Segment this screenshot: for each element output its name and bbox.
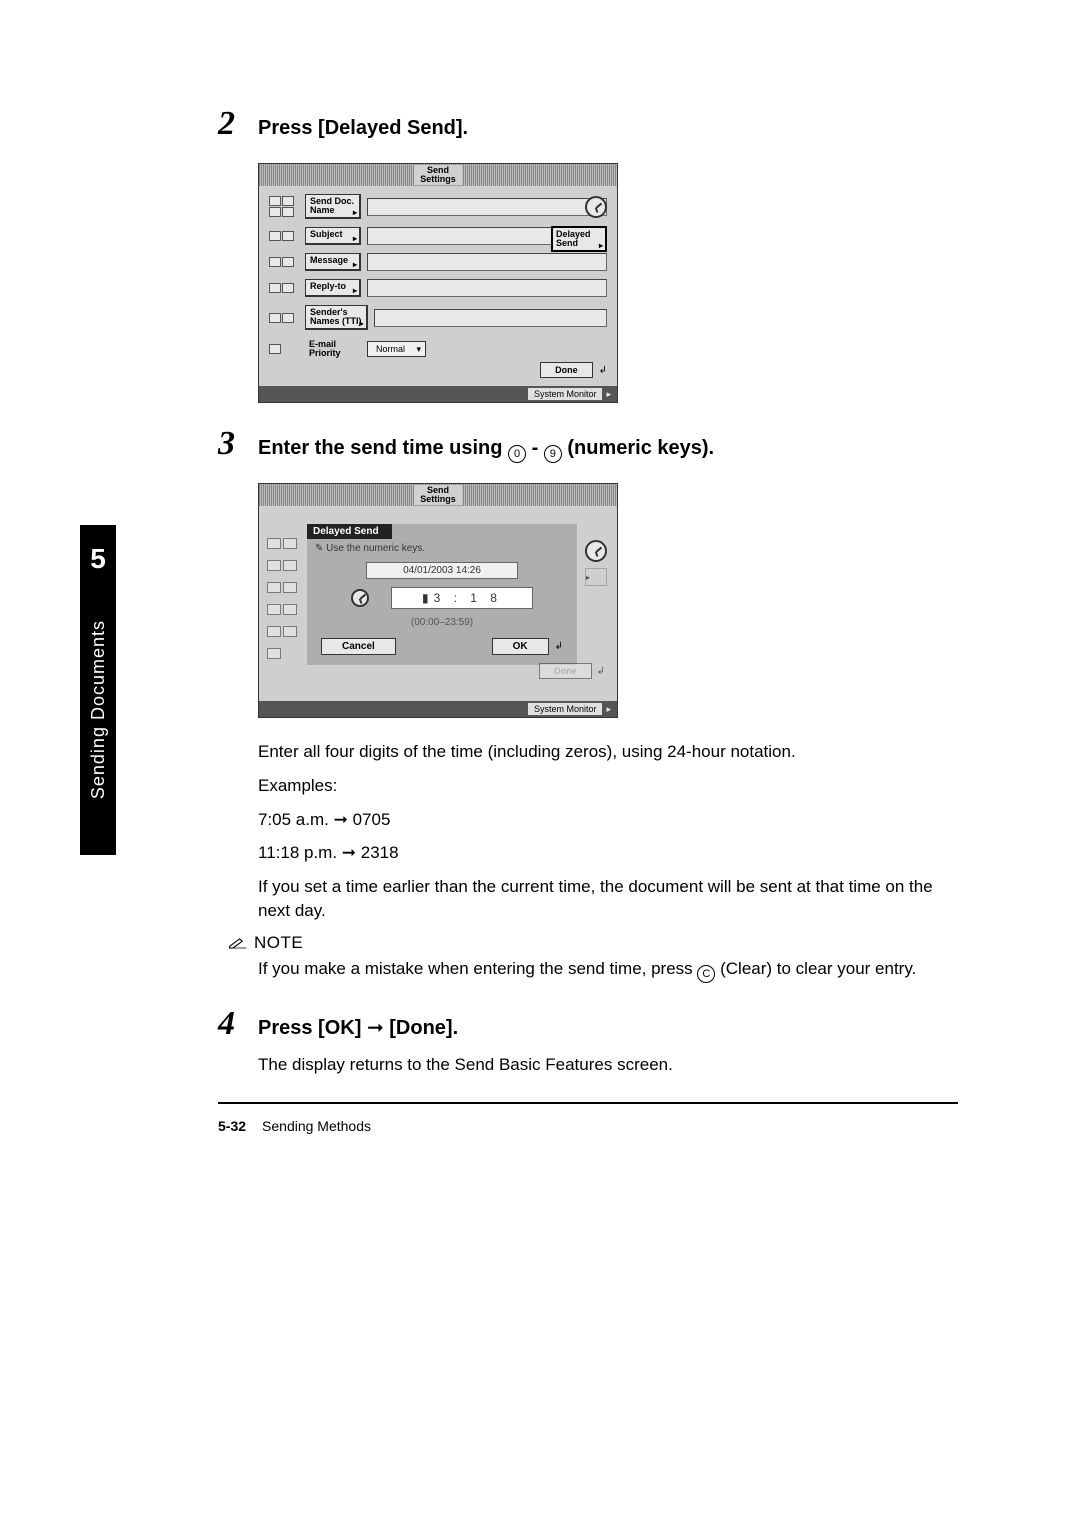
numeric-key-0: 0: [508, 445, 526, 463]
bg-icon: [283, 604, 297, 615]
return-icon: ↲: [555, 641, 563, 652]
chapter-title: Sending Documents: [88, 620, 109, 799]
numeric-key-9: 9: [544, 445, 562, 463]
step4-para1: The display returns to the Send Basic Fe…: [258, 1053, 958, 1077]
row-icon: [269, 257, 281, 267]
step-number: 4: [218, 1005, 258, 1043]
ss-header: Send Settings: [414, 485, 462, 505]
bg-icon: [283, 626, 297, 637]
pencil-icon: [228, 936, 248, 950]
row-icon: [282, 313, 294, 323]
time-range: (00:00–23:59): [307, 613, 577, 632]
step3-para1: Enter all four digits of the time (inclu…: [258, 740, 958, 764]
bg-icon: [267, 582, 281, 593]
return-icon: ↲: [597, 666, 605, 677]
step-2-heading: 2 Press [Delayed Send].: [218, 105, 958, 143]
current-datetime: 04/01/2003 14:26: [366, 562, 518, 579]
page-number: 5-32: [218, 1118, 246, 1134]
delayed-send-button[interactable]: Delayed Send: [551, 226, 607, 252]
step3-example1: 7:05 a.m. ➞ 0705: [258, 808, 958, 832]
system-monitor-button[interactable]: System Monitor: [528, 388, 603, 400]
row-icon: [269, 196, 281, 206]
chevron-right-icon: ▸: [606, 389, 611, 400]
bg-icon: [283, 538, 297, 549]
clear-key: C: [697, 965, 715, 983]
step-title-part: (numeric keys).: [562, 437, 714, 459]
step3-example2: 11:18 p.m. ➞ 2318: [258, 841, 958, 865]
delayed-send-dialog: Delayed Send ✎ Use the numeric keys. 04/…: [307, 524, 577, 665]
sender-names-button[interactable]: Sender's Names (TTI): [305, 305, 368, 330]
email-priority-label: E-mail Priority: [305, 338, 361, 360]
done-button[interactable]: Done: [540, 362, 593, 378]
ok-button[interactable]: OK: [492, 638, 549, 655]
bg-icon: [267, 626, 281, 637]
bg-icon: [283, 560, 297, 571]
send-settings-screenshot: Send Settings Send Doc. Name Subject Mes…: [258, 163, 618, 403]
row-icon: [282, 207, 294, 217]
clock-icon: [585, 196, 607, 218]
time-input[interactable]: ▮3 : 1 8: [391, 587, 533, 609]
step-3-heading: 3 Enter the send time using 0 - 9 (numer…: [218, 425, 958, 463]
step3-para5: If you set a time earlier than the curre…: [258, 875, 958, 923]
row-icon: [269, 207, 281, 217]
system-monitor-button[interactable]: System Monitor: [528, 703, 603, 715]
step-4-heading: 4 Press [OK] ➞ [Done].: [218, 1005, 958, 1043]
bg-icon: [267, 538, 281, 549]
step-title: Press [Delayed Send].: [258, 117, 468, 140]
row-icon: [269, 344, 281, 354]
row-icon: [269, 313, 281, 323]
page-footer: 5-32 Sending Methods: [218, 1118, 958, 1134]
message-button[interactable]: Message: [305, 253, 361, 271]
cancel-button[interactable]: Cancel: [321, 638, 396, 655]
dialog-hint: Use the numeric keys.: [326, 543, 425, 554]
note-label: NOTE: [254, 933, 303, 953]
step-title: Press [OK] ➞ [Done].: [258, 1015, 458, 1040]
message-field[interactable]: [367, 253, 607, 271]
delayed-send-screenshot: Send Settings ▸ Delayed Send ✎ Use the: [258, 483, 618, 718]
step-number: 2: [218, 105, 258, 143]
bg-icon: [267, 648, 281, 659]
row-icon: [269, 231, 281, 241]
bg-icon: [283, 582, 297, 593]
bg-icon: [267, 604, 281, 615]
chapter-number: 5: [90, 543, 106, 575]
subject-button[interactable]: Subject: [305, 227, 361, 245]
chapter-tab: 5 Sending Documents: [80, 525, 116, 855]
row-icon: [282, 257, 294, 267]
done-button-faded: Done: [539, 663, 592, 679]
footer-separator: [218, 1102, 958, 1104]
sender-names-field[interactable]: [374, 309, 607, 327]
row-icon: [269, 283, 281, 293]
step-title-part: -: [526, 437, 544, 459]
row-icon: [282, 283, 294, 293]
step-number: 3: [218, 425, 258, 463]
chevron-right-icon: ▸: [606, 704, 611, 715]
send-doc-name-button[interactable]: Send Doc. Name: [305, 194, 361, 219]
row-icon: [282, 196, 294, 206]
footer-section: Sending Methods: [262, 1118, 371, 1134]
replyto-field[interactable]: [367, 279, 607, 297]
row-icon: [282, 231, 294, 241]
step3-examples-label: Examples:: [258, 774, 958, 798]
dialog-title: Delayed Send: [307, 524, 392, 539]
step-title-part: Enter the send time using: [258, 437, 508, 459]
priority-dropdown[interactable]: Normal: [367, 341, 426, 357]
clock-icon: [351, 589, 369, 607]
clock-icon: [585, 540, 607, 562]
return-icon: ↲: [599, 365, 607, 376]
bg-delayed-faded: ▸: [585, 568, 607, 586]
note-body: If you make a mistake when entering the …: [258, 957, 958, 984]
note-heading: NOTE: [228, 933, 958, 953]
ss-header: Send Settings: [414, 165, 462, 185]
replyto-button[interactable]: Reply-to: [305, 279, 361, 297]
bg-icon: [267, 560, 281, 571]
step-title: Enter the send time using 0 - 9 (numeric…: [258, 437, 714, 463]
